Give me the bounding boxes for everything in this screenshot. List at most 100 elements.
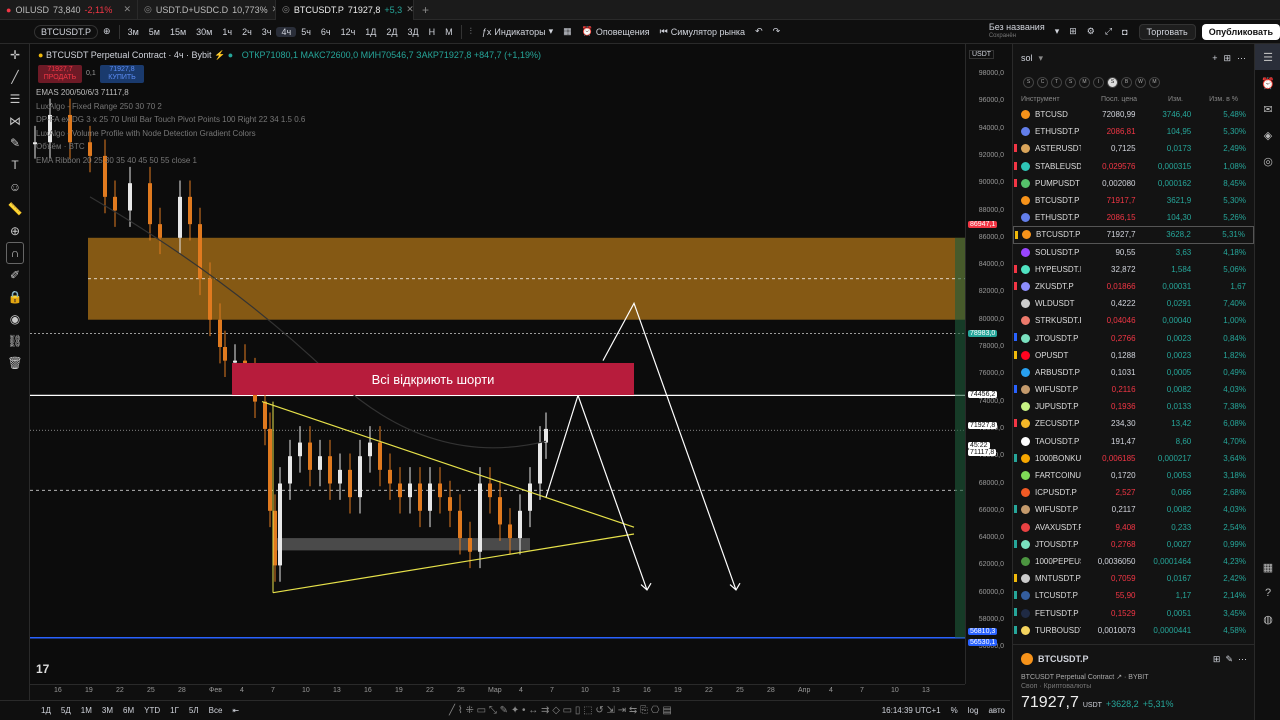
indicator-row[interactable]: LuxAlgo - Volume Profile with Node Detec…: [36, 129, 256, 138]
time-axis[interactable]: 16 19 22 25 28 Фев 4 7 10 13 16 19 22 25 Мар 4 7 10 13 16 19…: [30, 684, 965, 700]
tf-2[interactable]: 15м: [165, 27, 191, 37]
watchlist-row[interactable]: FETUSDT.P 0,1529 0,0051 3,45%: [1013, 604, 1254, 621]
tf-0[interactable]: 3м: [123, 27, 144, 37]
layout-menu-icon[interactable]: ▾: [1050, 26, 1065, 37]
replay-button[interactable]: ⏮ Симулятор рынка: [655, 26, 750, 37]
watchlist-row[interactable]: HYPEUSDT.P 32,872 1,584 5,06%: [1013, 261, 1254, 278]
edit-icon[interactable]: ✎: [1225, 654, 1233, 665]
price-axis[interactable]: USDT 98000,0 96000,0 94000,0 92000,0 90000,0…: [965, 44, 1010, 684]
indicator-row[interactable]: EMAS 200/50/6/3 71117,8: [36, 88, 129, 97]
indicator-row[interactable]: Объём · BTC: [36, 142, 85, 151]
alerts-icon[interactable]: ⏰: [1255, 70, 1280, 96]
tf-13[interactable]: 3Д: [403, 27, 424, 37]
emoji-icon[interactable]: ☺: [0, 176, 30, 198]
ideas-icon[interactable]: ◎: [1255, 148, 1280, 174]
chat-icon[interactable]: ◍: [1255, 606, 1280, 632]
notifications-icon[interactable]: ✉: [1255, 96, 1280, 122]
brush-icon[interactable]: ✎: [0, 132, 30, 154]
redo-icon[interactable]: ↷: [768, 26, 786, 37]
indicator-row[interactable]: LuxAlgo - Fixed Range 250 30 70 2: [36, 102, 162, 111]
chart-area[interactable]: ● BTCUSDT Perpetual Contract · 4ч · Bybi…: [30, 44, 965, 684]
ruler-icon[interactable]: 📏: [0, 198, 30, 220]
tab-btcusdt[interactable]: ◎ BTCUSDT.P 71927,8 +5,3 ✕: [276, 0, 414, 20]
short-annotation-label[interactable]: Всі відкриють шорти: [232, 363, 634, 395]
range-6[interactable]: 1Г: [165, 706, 184, 715]
range-8[interactable]: Все: [204, 706, 228, 715]
watchlist-row[interactable]: ASTERUSDT 0,7125 0,0173 2,49%: [1013, 140, 1254, 157]
watchlist-row[interactable]: MNTUSDT.P 0,7059 0,0167 2,42%: [1013, 570, 1254, 587]
tab-usdt-dominance[interactable]: ◎USDT.D+USDC.D10,773%✕: [138, 0, 276, 20]
fullscreen-icon[interactable]: ⊞: [1064, 26, 1082, 37]
add-symbol-icon[interactable]: ⊕: [98, 26, 116, 37]
magnet-icon[interactable]: ∩: [6, 242, 24, 264]
indicators-button[interactable]: ƒx Индикаторы ▾: [477, 26, 558, 37]
chart-type-icon[interactable]: ⫶: [465, 26, 477, 37]
watchlist-row[interactable]: ETHUSDT.P 2086,81 104,95 5,30%: [1013, 123, 1254, 140]
calendar-icon[interactable]: ▦: [1255, 554, 1280, 580]
close-icon[interactable]: ✕: [123, 4, 131, 15]
camera-icon[interactable]: ◘: [1117, 27, 1132, 37]
clock[interactable]: 16:14:39 UTC+1: [877, 706, 946, 715]
pencil-lock-icon[interactable]: ✐: [0, 264, 30, 286]
add-symbol-icon[interactable]: +: [1212, 53, 1217, 63]
range-5[interactable]: YTD: [139, 706, 165, 715]
section-3[interactable]: S: [1065, 76, 1076, 88]
layout-icon[interactable]: ⊞: [1223, 53, 1231, 64]
watchlist-row[interactable]: ARBUSDT.P 0,1031 0,0005 0,49%: [1013, 364, 1254, 381]
watchlist-row[interactable]: WIFUSDT.P 0,2116 0,0082 4,03%: [1013, 381, 1254, 398]
section-5[interactable]: I: [1093, 76, 1104, 88]
watchlist-row[interactable]: 1000BONKUSDT0,0061850,0002173,64%: [1013, 450, 1254, 467]
currency-label[interactable]: USDT: [969, 50, 995, 59]
watchlist-row[interactable]: JTOUSDT.P 0,2768 0,0027 0,99%: [1013, 536, 1254, 553]
auto-toggle[interactable]: авто: [983, 706, 1010, 715]
percent-toggle[interactable]: %: [946, 706, 963, 715]
watchlist-row[interactable]: BTCUSDT.P 71917,7 3621,9 5,30%: [1013, 192, 1254, 209]
range-4[interactable]: 6М: [118, 706, 139, 715]
watchlist-row[interactable]: STRKUSDT.P 0,04046 0,00040 1,00%: [1013, 312, 1254, 329]
fib-icon[interactable]: ☰: [0, 88, 30, 110]
publish-button[interactable]: Опубликовать: [1201, 23, 1280, 40]
watchlist-row[interactable]: WLDUSDT 0,4222 0,0291 7,40%: [1013, 295, 1254, 312]
layouts-icon[interactable]: ▦: [558, 26, 577, 37]
range-1[interactable]: 5Д: [56, 706, 76, 715]
section-6[interactable]: S: [1107, 76, 1118, 88]
tf-11[interactable]: 1Д: [360, 27, 381, 37]
watchlist-row[interactable]: TURBOUSDT 0,0010073 0,0000441 4,58%: [1013, 622, 1254, 636]
watchlist-row[interactable]: STABLEUSDT0,0295760,0003151,08%: [1013, 158, 1254, 175]
watchlist-row[interactable]: LTCUSDT.P 55,90 1,17 2,14%: [1013, 587, 1254, 604]
watchlist-icon[interactable]: ☰: [1255, 44, 1280, 70]
help-icon[interactable]: ?: [1255, 580, 1280, 606]
tf-3[interactable]: 30м: [191, 27, 217, 37]
tf-9[interactable]: 6ч: [316, 27, 336, 37]
trendline-icon[interactable]: ╱: [0, 66, 30, 88]
sell-button[interactable]: 71927,7 ПРОДАТЬ: [38, 65, 82, 83]
link-icon[interactable]: ⛓: [0, 330, 30, 352]
tf-15[interactable]: М: [440, 27, 458, 37]
watchlist-row[interactable]: 1000PEPEUSDT0,00360500,00014644,23%: [1013, 553, 1254, 570]
watchlist-row[interactable]: JTOUSDT.P 0,2766 0,0023 0,84%: [1013, 329, 1254, 346]
more-icon[interactable]: ⋯: [1237, 53, 1246, 64]
watchlist-row[interactable]: FARTCOINUSDT0,17200,00533,18%: [1013, 467, 1254, 484]
crosshair-icon[interactable]: ✛: [0, 44, 30, 66]
watchlist-name[interactable]: sol: [1021, 53, 1033, 63]
tf-12[interactable]: 2Д: [381, 27, 402, 37]
layout-name[interactable]: Без названия Сохранён: [984, 22, 1050, 41]
drawing-quick-tools[interactable]: ╱ ⌇ ⁜ ▭ ⤡ ✎ ✦ • ↔ ⇉ ◇ ▭ ▯ ⬚ ↺ ⇲ ⇥ ⇆ ⎘ ⎔ …: [244, 705, 877, 716]
watchlist-row[interactable]: ZKUSDT.P 0,01866 0,00031 1,67: [1013, 278, 1254, 295]
lock-icon[interactable]: 🔒: [0, 286, 30, 308]
watchlist-row[interactable]: BTCUSD 72080,99 3746,40 5,48%: [1013, 106, 1254, 123]
watchlist-row[interactable]: ZECUSDT.P 234,30 13,42 6,08%: [1013, 415, 1254, 432]
undo-icon[interactable]: ↶: [750, 26, 768, 37]
watchlist-row[interactable]: TAOUSDT.P 191,47 8,60 4,70%: [1013, 433, 1254, 450]
maximize-icon[interactable]: ⤢: [1100, 26, 1117, 37]
tf-10[interactable]: 12ч: [336, 27, 361, 37]
text-icon[interactable]: T: [0, 154, 30, 176]
range-0[interactable]: 1Д: [36, 706, 56, 715]
indicator-row[interactable]: DP-FA ex DG 3 x 25 70 Until Bar Touch Pi…: [36, 115, 305, 124]
indicator-row[interactable]: EMA Ribbon 20 25 30 35 40 45 50 55 close…: [36, 156, 197, 165]
section-1[interactable]: C: [1037, 76, 1048, 88]
tf-7[interactable]: 4ч: [276, 26, 297, 37]
section-2[interactable]: T: [1051, 76, 1062, 88]
settings-icon[interactable]: ⚙: [1082, 26, 1100, 37]
log-toggle[interactable]: log: [963, 706, 984, 715]
